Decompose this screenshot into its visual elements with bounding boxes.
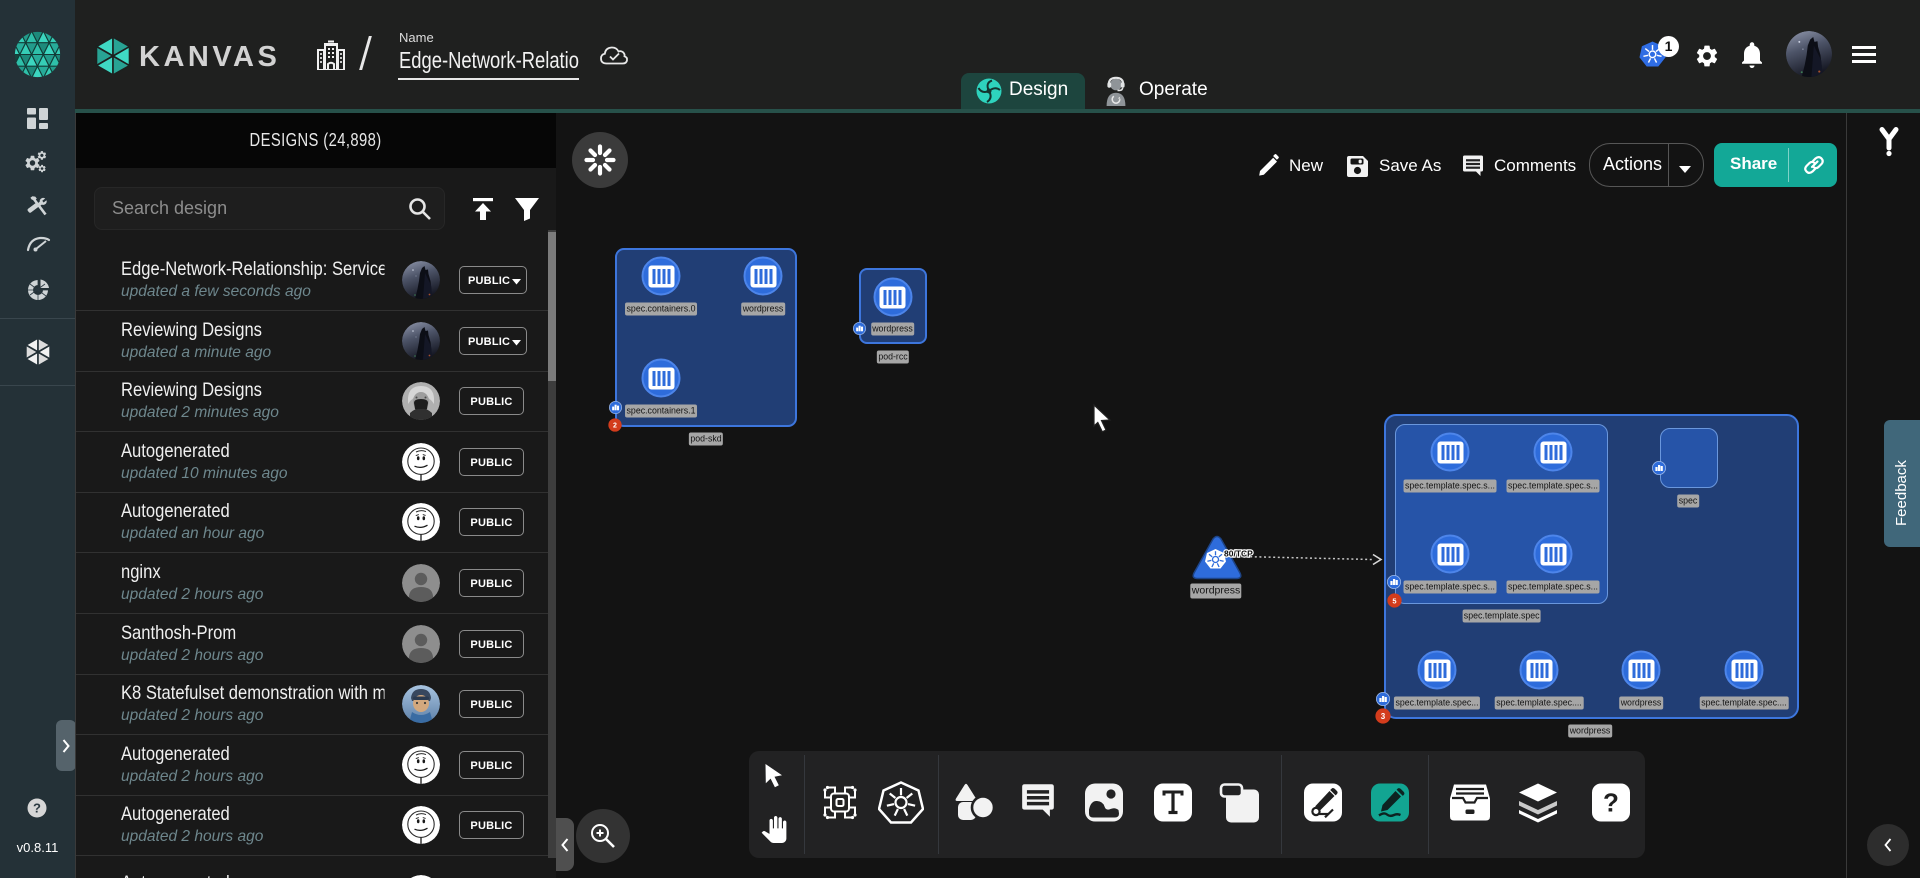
- svg-text:?: ?: [1603, 788, 1619, 818]
- svg-text:2: 2: [613, 422, 617, 429]
- svg-text:5: 5: [1392, 596, 1396, 605]
- svg-text:3: 3: [1380, 712, 1385, 721]
- svg-text:?: ?: [33, 801, 41, 816]
